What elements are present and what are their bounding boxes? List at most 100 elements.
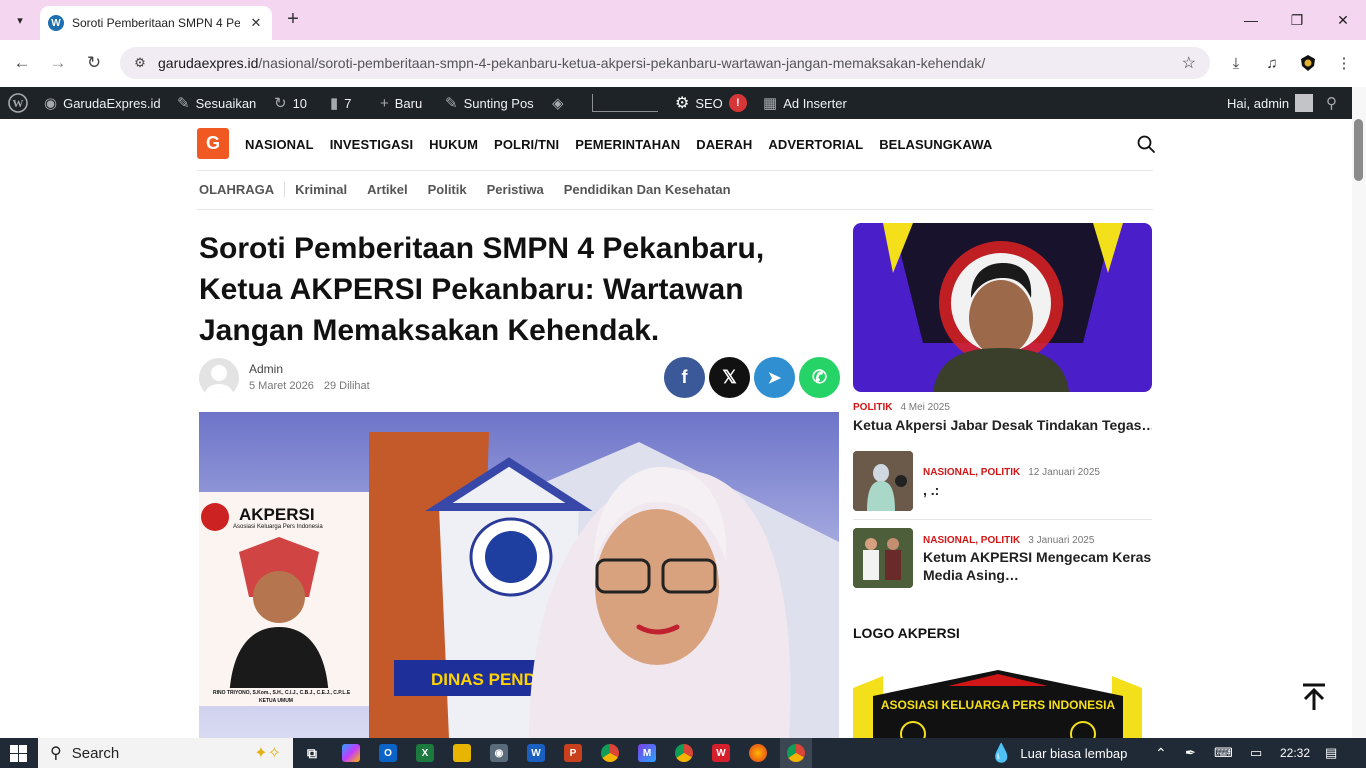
raindrop-icon: 💧 [990, 742, 1013, 763]
copilot-icon[interactable] [342, 744, 360, 762]
tab-list-icon[interactable]: ▾ [8, 8, 32, 32]
notification-icon[interactable]: ▤ [1325, 738, 1337, 768]
bookmark-star-icon[interactable]: ☆ [1182, 53, 1196, 73]
site-logo[interactable]: G [197, 128, 229, 159]
nav-item-advertorial[interactable]: ADVERTORIAL [768, 137, 863, 152]
admin-avatar [1295, 94, 1314, 112]
share-x-icon[interactable]: 𝕏 [709, 357, 750, 398]
close-window-icon[interactable]: ✕ [1320, 0, 1366, 40]
admin-seo[interactable]: ⚙ SEO ! [675, 87, 747, 119]
admin-ad-inserter[interactable]: ▦ Ad Inserter [763, 87, 847, 119]
nav-item-daerah[interactable]: DAERAH [696, 137, 752, 152]
seo-gear-icon: ⚙ [675, 95, 690, 112]
browser-toolbar: ← → ↻ ⚙ garudaexpres.id/nasional/soroti-… [0, 40, 1366, 86]
nav-item-investigasi[interactable]: INVESTIGASI [330, 137, 413, 152]
post-thumbnail[interactable] [853, 451, 913, 511]
media-control-icon[interactable]: ♫ [1259, 50, 1285, 76]
display-icon[interactable]: ▭ [1250, 738, 1262, 768]
site-settings-icon[interactable]: ⚙ [130, 55, 150, 71]
taskbar-search-label: Search [71, 744, 120, 762]
admin-search-icon[interactable]: ⚲ [1326, 87, 1337, 119]
akpersi-logo-banner[interactable]: ASOSIASI KELUARGA PERS INDONESIA [853, 668, 1142, 738]
chrome-active-icon[interactable] [787, 744, 805, 762]
firefox-icon[interactable] [749, 744, 767, 762]
wps-office-icon[interactable]: W [712, 744, 730, 762]
post-date: 5 Maret 2026 [249, 380, 314, 392]
camera-icon[interactable]: ◉ [490, 744, 508, 762]
admin-updates[interactable]: ↻ 10 [274, 87, 307, 119]
sidebar-divider [853, 519, 1152, 520]
subnav-item-politik[interactable]: Politik [428, 182, 467, 197]
nav-item-nasional[interactable]: NASIONAL [245, 137, 314, 152]
post-categories-1[interactable]: NASIONAL, POLITIK [923, 467, 1020, 478]
subnav-item-artikel[interactable]: Artikel [367, 182, 407, 197]
menu-icon[interactable]: ⋮ [1331, 50, 1357, 76]
restore-icon[interactable]: ❐ [1274, 0, 1320, 40]
file-explorer-icon[interactable] [453, 744, 471, 762]
featured-post-category[interactable]: POLITIK [853, 402, 892, 413]
subnav-item-olahraga[interactable]: OLAHRAGA [199, 181, 286, 197]
wordpress-logo-icon[interactable]: W [8, 87, 28, 119]
subnav-item-pendidikan[interactable]: Pendidikan Dan Kesehatan [564, 182, 731, 197]
reload-icon[interactable]: ↻ [81, 50, 107, 76]
pencil-icon: ✎ [445, 95, 458, 112]
extension-icon[interactable] [1295, 50, 1321, 76]
subnav-item-kriminal[interactable]: Kriminal [295, 182, 347, 197]
forward-icon[interactable]: → [45, 50, 71, 76]
keyboard-icon[interactable]: ⌨ [1214, 738, 1233, 768]
admin-site-name[interactable]: ◉ GarudaExpres.id [44, 87, 161, 119]
pen-icon[interactable]: ✒ [1185, 738, 1196, 768]
admin-new[interactable]: + Baru [380, 87, 422, 119]
share-whatsapp-icon[interactable]: ✆ [799, 357, 840, 398]
new-tab-icon[interactable]: + [282, 8, 304, 32]
download-icon[interactable]: ⤓ [1223, 50, 1249, 76]
task-view-icon[interactable]: ⧉ [303, 744, 321, 762]
admin-customize[interactable]: ✎ Sesuaikan [177, 87, 256, 119]
post-title-1[interactable]: , .: [923, 481, 1152, 499]
scrollbar-thumb[interactable] [1354, 119, 1363, 181]
share-facebook-icon[interactable]: f [664, 357, 705, 398]
author-avatar[interactable] [199, 358, 239, 398]
clock[interactable]: 22:32 [1280, 738, 1310, 768]
facebook-glyph: f [681, 367, 688, 387]
url-text[interactable]: garudaexpres.id/nasional/soroti-pemberit… [158, 55, 985, 71]
minimize-icon[interactable]: — [1228, 0, 1274, 40]
admin-comments[interactable]: ▮ 7 [330, 87, 352, 119]
chrome-icon[interactable] [601, 744, 619, 762]
nav-item-polri-tni[interactable]: POLRI/TNI [494, 137, 559, 152]
search-icon[interactable] [1136, 134, 1156, 154]
share-telegram-icon[interactable]: ➤ [754, 357, 795, 398]
nav-item-belasungkawa[interactable]: BELASUNGKAWA [879, 137, 992, 152]
close-tab-icon[interactable]: ✕ [248, 15, 264, 31]
powerpoint-icon[interactable]: P [564, 744, 582, 762]
header-divider [197, 170, 1153, 171]
back-icon[interactable]: ← [9, 50, 35, 76]
post-thumbnail[interactable] [853, 528, 913, 588]
taskbar-search[interactable]: ⚲ Search ✦✧ [38, 738, 293, 768]
word-icon[interactable]: W [527, 744, 545, 762]
sidebar-featured-image[interactable] [853, 223, 1152, 392]
browser-tab[interactable]: W Soroti Pemberitaan SMPN 4 Pekanbaru ✕ [40, 6, 272, 40]
chrome-profile-icon[interactable] [675, 744, 693, 762]
chevron-up-icon[interactable]: ⌃ [1155, 738, 1167, 768]
excel-icon[interactable]: X [416, 744, 434, 762]
nav-item-hukum[interactable]: HUKUM [429, 137, 478, 152]
admin-account[interactable]: Hai, admin [1227, 87, 1314, 119]
windows-start-icon[interactable] [10, 745, 27, 762]
back-to-top-icon[interactable] [1300, 682, 1328, 712]
author-name[interactable]: Admin [249, 362, 283, 376]
teams-icon[interactable]: M [638, 744, 656, 762]
nav-item-pemerintahan[interactable]: PEMERINTAHAN [575, 137, 680, 152]
featured-post-title[interactable]: Ketua Akpersi Jabar Desak Tindakan Tegas… [853, 416, 1152, 434]
address-bar[interactable]: ⚙ garudaexpres.id/nasional/soroti-pember… [120, 47, 1210, 79]
admin-edit-post[interactable]: ✎ Sunting Pos [445, 87, 534, 119]
subnav-item-peristiwa[interactable]: Peristiwa [487, 182, 544, 197]
page-scrollbar[interactable] [1352, 87, 1366, 738]
x-glyph: 𝕏 [722, 367, 737, 387]
post-categories-2[interactable]: NASIONAL, POLITIK [923, 535, 1020, 546]
post-title-2[interactable]: Ketum AKPERSI Mengecam Keras Media Asing… [923, 548, 1152, 584]
admin-blank-item[interactable] [592, 87, 658, 119]
outlook-icon[interactable]: O [379, 744, 397, 762]
diamond-icon[interactable]: ◈ [552, 87, 564, 119]
weather-widget[interactable]: 💧 Luar biasa lembap [990, 738, 1127, 768]
